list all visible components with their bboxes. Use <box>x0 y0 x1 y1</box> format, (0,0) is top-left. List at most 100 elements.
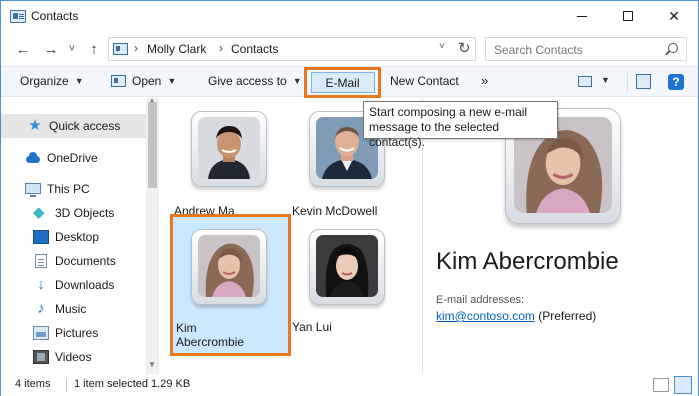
scrollbar-thumb[interactable] <box>148 102 157 188</box>
email-preferred-tag: (Preferred) <box>538 309 597 323</box>
contact-tile-yan-lui[interactable] <box>309 229 385 305</box>
contact-card-icon <box>111 75 126 87</box>
search-input[interactable]: Search Contacts <box>494 43 583 57</box>
email-tooltip: Start composing a new e-mail message to … <box>363 101 558 149</box>
video-icon <box>33 350 49 364</box>
toolbar-divider <box>627 73 628 92</box>
email-link[interactable]: kim@contoso.com <box>436 309 535 323</box>
details-view-icon[interactable] <box>653 378 669 392</box>
contact-photo <box>198 117 260 179</box>
status-bar: 4 items 1 item selected 1.29 KB <box>1 374 698 396</box>
cloud-icon <box>25 151 41 165</box>
sidebar-item-label: Quick access <box>49 119 121 133</box>
sidebar-item-pictures[interactable]: Pictures <box>1 321 146 345</box>
contacts-folder-icon <box>113 43 128 55</box>
preview-pane-icon[interactable] <box>636 74 651 89</box>
give-access-label: Give access to <box>208 74 287 88</box>
email-button[interactable]: E-Mail <box>310 72 375 93</box>
contacts-folder-icon <box>10 10 26 23</box>
dropdown-caret-icon: ▼ <box>74 76 84 86</box>
change-view-icon[interactable] <box>578 76 592 87</box>
dropdown-caret-icon: ▼ <box>292 76 302 86</box>
address-dropdown-icon[interactable]: ˅ <box>439 41 445 52</box>
up-button[interactable]: ↑ <box>85 39 103 59</box>
sidebar-item-label: This PC <box>47 182 90 196</box>
sidebar-item-label: Music <box>55 302 87 316</box>
email-button-highlight: E-Mail <box>304 67 381 98</box>
organize-button[interactable]: Organize ▼ <box>20 74 84 88</box>
new-contact-button[interactable]: New Contact <box>390 74 459 88</box>
pictures-icon <box>33 326 49 340</box>
view-dropdown-icon[interactable]: ▼ <box>601 75 610 85</box>
contact-photo <box>198 235 260 297</box>
sidebar-item-label: Pictures <box>55 326 99 340</box>
sidebar-item-label: OneDrive <box>47 151 98 165</box>
contact-name-line-2: Abercrombie <box>176 335 245 349</box>
sidebar-item-label: Videos <box>55 350 92 364</box>
preview-contact-name: Kim Abercrombie <box>436 248 619 275</box>
sidebar-item-label: 3D Objects <box>55 206 115 220</box>
contact-name-line-1: Kim <box>176 321 197 335</box>
recent-locations-button[interactable]: ˅ <box>65 39 79 59</box>
sidebar-item-label: Documents <box>55 254 116 268</box>
sidebar-item-label: Desktop <box>55 230 100 244</box>
large-icons-view-icon[interactable] <box>674 376 692 394</box>
new-contact-label: New Contact <box>390 74 459 88</box>
explorer-window: Contacts ✕ ← → ˅ ↑ › Molly Clark › Conta… <box>0 0 699 396</box>
status-divider <box>66 379 67 392</box>
preview-email-row: kim@contoso.com (Preferred) <box>436 309 596 323</box>
more-commands-button[interactable]: » <box>481 73 488 88</box>
open-label: Open <box>132 74 162 88</box>
sidebar-item-3d-objects[interactable]: ◆ 3D Objects <box>1 201 146 225</box>
window-title: Contacts <box>31 9 79 23</box>
music-icon: ♪ <box>37 300 45 317</box>
email-addresses-label: E-mail addresses: <box>436 294 525 306</box>
sidebar-item-downloads[interactable]: ↓ Downloads <box>1 273 146 297</box>
navigation-scrollbar[interactable]: ▲ ▼ <box>146 96 159 374</box>
download-icon: ↓ <box>37 276 45 293</box>
sidebar-item-documents[interactable]: Documents <box>1 249 146 273</box>
sidebar-item-videos[interactable]: Videos <box>1 345 146 369</box>
title-bar: Contacts ✕ <box>1 1 698 32</box>
desktop-icon <box>33 230 49 244</box>
document-icon <box>35 254 47 268</box>
contact-name: Yan Lui <box>292 320 332 334</box>
minimize-button[interactable] <box>559 1 605 31</box>
breadcrumb-separator: › <box>219 41 223 55</box>
close-button[interactable]: ✕ <box>651 1 697 31</box>
sidebar-item-onedrive[interactable]: OneDrive <box>1 146 146 170</box>
contact-name: Kevin McDowell <box>292 204 378 218</box>
breadcrumb-separator: › <box>134 41 138 55</box>
scroll-down-icon[interactable]: ▼ <box>148 360 156 369</box>
sidebar-item-desktop[interactable]: Desktop <box>1 225 146 249</box>
sidebar-item-quick-access[interactable]: ★ Quick access <box>1 114 146 138</box>
sidebar-item-music[interactable]: ♪ Music <box>1 297 146 321</box>
contact-photo <box>316 235 378 297</box>
star-icon: ★ <box>28 117 42 134</box>
contact-tile-kim-abercrombie[interactable] <box>191 229 267 305</box>
cube-icon: ◆ <box>33 204 45 221</box>
selection-info: 1 item selected 1.29 KB <box>74 378 191 390</box>
breadcrumb-contacts[interactable]: Contacts <box>231 42 278 56</box>
help-icon[interactable]: ? <box>668 74 684 90</box>
command-bar: Organize ▼ Open ▼ Give access to ▼ E-Mai… <box>1 66 698 98</box>
address-bar[interactable]: › Molly Clark › Contacts ˅ ↻ <box>108 37 476 61</box>
search-box[interactable]: Search Contacts <box>485 37 687 61</box>
give-access-button[interactable]: Give access to ▼ <box>208 74 302 88</box>
contact-tile-andrew-ma[interactable] <box>191 111 267 187</box>
computer-icon <box>25 182 41 197</box>
minimize-icon <box>577 15 587 17</box>
maximize-icon <box>623 11 633 21</box>
search-icon[interactable] <box>668 43 678 53</box>
dropdown-caret-icon: ▼ <box>167 76 177 86</box>
back-button[interactable]: ← <box>13 39 33 59</box>
maximize-button[interactable] <box>605 1 651 31</box>
refresh-icon[interactable]: ↻ <box>458 39 471 57</box>
organize-label: Organize <box>20 74 69 88</box>
open-button[interactable]: Open ▼ <box>111 74 176 88</box>
sidebar-item-this-pc[interactable]: This PC <box>1 177 146 201</box>
forward-button[interactable]: → <box>41 39 61 59</box>
breadcrumb-molly-clark[interactable]: Molly Clark <box>147 42 206 56</box>
sidebar-item-label: Downloads <box>55 278 115 292</box>
item-count: 4 items <box>15 378 51 390</box>
